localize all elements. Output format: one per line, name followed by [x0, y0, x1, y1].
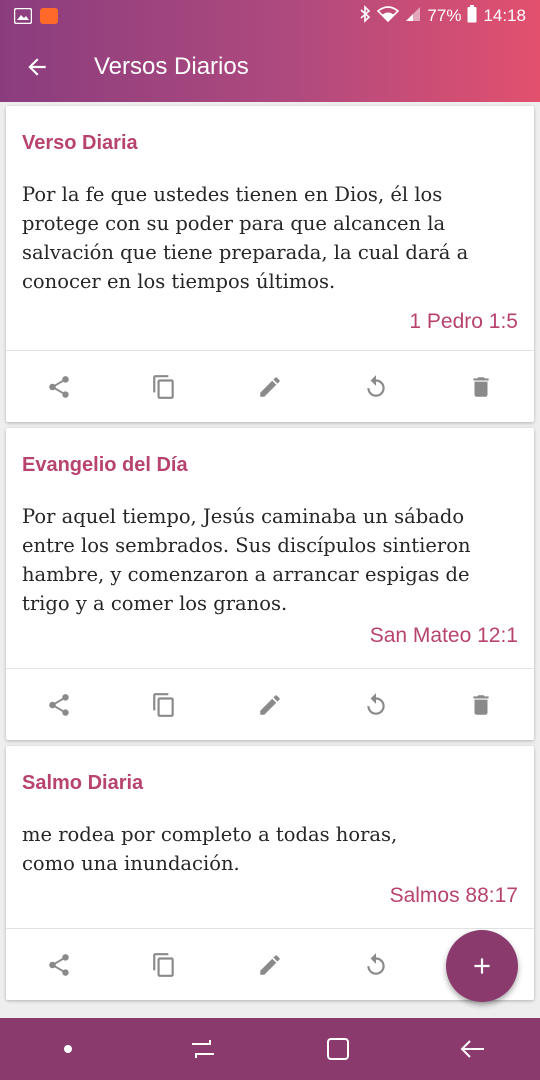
card-text: Por la fe que ustedes tienen en Dios, él… — [22, 183, 469, 293]
copy-button[interactable] — [112, 929, 218, 1001]
share-icon — [49, 693, 69, 716]
plus-icon — [474, 958, 490, 974]
gallery-notification-icon — [13, 7, 33, 25]
signal-icon — [405, 6, 421, 27]
app-bar: Versos Diarios — [0, 32, 540, 102]
refresh-button[interactable] — [323, 351, 429, 423]
copy-icon — [153, 952, 175, 977]
verses-list[interactable]: Verso Diaria Por la fe que ustedes tiene… — [0, 102, 540, 1018]
share-icon — [49, 375, 69, 398]
share-icon — [49, 953, 69, 976]
nav-recents-button[interactable] — [163, 1018, 243, 1080]
copy-button[interactable] — [112, 669, 218, 741]
gospel-card-daily: Evangelio del Día Por aquel tiempo, Jesú… — [6, 428, 534, 740]
wifi-icon — [377, 5, 400, 27]
card-text: Por aquel tiempo, Jesús caminaba un sába… — [22, 505, 471, 615]
card-reference: 1 Pedro 1:5 — [409, 310, 518, 333]
edit-icon — [260, 954, 280, 975]
nav-dot-button[interactable] — [28, 1018, 108, 1080]
verse-card-daily: Verso Diaria Por la fe que ustedes tiene… — [6, 106, 534, 422]
refresh-icon — [366, 952, 385, 975]
card-actions — [6, 668, 534, 740]
refresh-icon — [366, 374, 385, 397]
copy-button[interactable] — [112, 351, 218, 423]
recents-icon — [191, 1040, 214, 1058]
card-title: Evangelio del Día — [22, 454, 188, 476]
add-button[interactable] — [446, 930, 518, 1002]
back-button[interactable] — [0, 32, 74, 102]
nav-back-button[interactable] — [433, 1018, 513, 1080]
card-actions — [6, 350, 534, 422]
copy-icon — [153, 692, 175, 717]
card-reference: San Mateo 12:1 — [369, 624, 518, 647]
app-notification-icon — [40, 8, 58, 24]
edit-button[interactable] — [217, 351, 323, 423]
copy-icon — [153, 374, 175, 399]
system-nav-bar — [0, 1018, 540, 1080]
arrow-back-icon — [28, 58, 46, 76]
share-button[interactable] — [6, 669, 112, 741]
card-title: Verso Diaria — [22, 132, 138, 154]
battery-icon — [467, 4, 477, 28]
delete-icon — [473, 694, 489, 715]
refresh-button[interactable] — [323, 929, 429, 1001]
clock: 14:18 — [483, 6, 526, 25]
edit-icon — [260, 376, 280, 397]
delete-button[interactable] — [428, 351, 534, 423]
card-text: me rodea por completo a todas horas, com… — [22, 823, 398, 875]
edit-button[interactable] — [217, 669, 323, 741]
edit-button[interactable] — [217, 929, 323, 1001]
status-bar: 77% 14:18 — [0, 0, 540, 32]
refresh-icon — [366, 692, 385, 715]
card-reference: Salmos 88:17 — [389, 884, 518, 907]
bluetooth-icon — [359, 4, 371, 28]
refresh-button[interactable] — [323, 669, 429, 741]
battery-percent: 77% — [427, 6, 462, 25]
share-button[interactable] — [6, 351, 112, 423]
home-icon — [326, 1038, 349, 1060]
dot-icon — [63, 1045, 72, 1053]
card-title: Salmo Diaria — [22, 772, 144, 794]
delete-button[interactable] — [428, 669, 534, 741]
page-title: Versos Diarios — [94, 53, 249, 80]
back-icon — [460, 1040, 484, 1058]
edit-icon — [260, 694, 280, 715]
delete-icon — [473, 376, 489, 397]
nav-home-button[interactable] — [298, 1018, 378, 1080]
share-button[interactable] — [6, 929, 112, 1001]
